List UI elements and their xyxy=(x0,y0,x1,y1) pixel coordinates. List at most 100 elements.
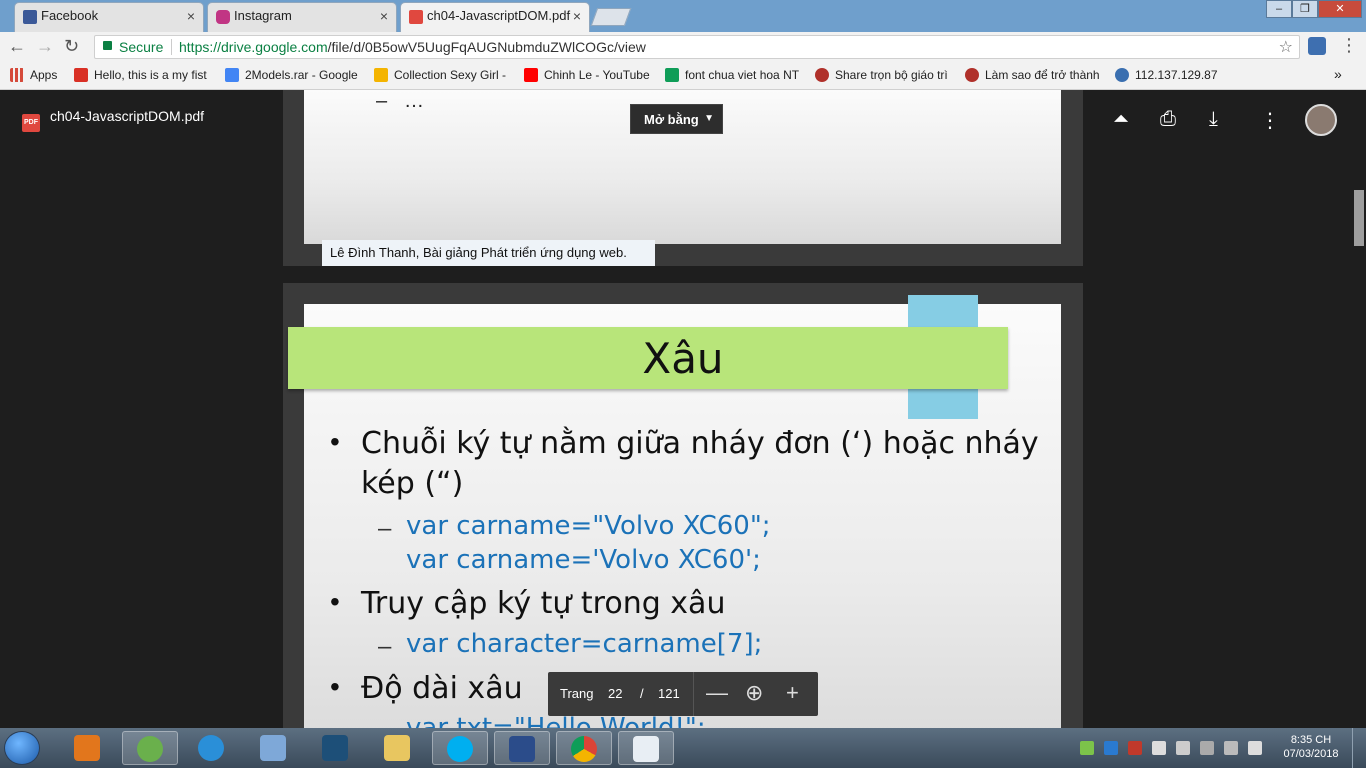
tab-pdf[interactable]: ch04-JavascriptDOM.pdf × xyxy=(400,2,590,33)
address-bar[interactable]: Secure https://drive.google.com/file/d/0… xyxy=(94,35,1300,59)
back-icon[interactable]: ← xyxy=(8,36,26,57)
bullet-icon: • xyxy=(330,586,340,617)
bullet-text: Chuỗi ký tự nằm giữa nháy đơn (‘) hoặc n… xyxy=(361,426,1039,461)
dash-marker: – xyxy=(378,633,392,660)
open-with-button[interactable]: Mở bằng ▼ xyxy=(630,104,723,134)
code-line: var character=carname[7]; xyxy=(406,629,763,659)
open-with-label: Mở bằng xyxy=(644,112,699,127)
browser-toolbar: ← → ↻ Secure https://drive.google.com/fi… xyxy=(0,32,1366,62)
tab-title: ch04-JavascriptDOM.pdf xyxy=(427,8,571,23)
network-icon[interactable] xyxy=(1152,741,1166,755)
pdf-viewer: – … Lê Đình Thanh, Bài giảng Phát triển … xyxy=(0,90,1366,728)
tab-facebook[interactable]: Facebook × xyxy=(14,2,204,32)
bookmark-item[interactable]: font chua viet hoa NT xyxy=(665,68,803,82)
start-button[interactable] xyxy=(4,731,40,765)
download-icon[interactable]: ⤓ xyxy=(1209,108,1218,131)
code-line: var carname="Volvo XC60"; xyxy=(406,511,771,541)
bullet-text: Truy cập ký tự trong xâu xyxy=(361,586,726,621)
slide-footer: Lê Đình Thanh, Bài giảng Phát triển ứng … xyxy=(322,240,655,266)
shield-icon[interactable] xyxy=(1128,741,1142,755)
virtualbox-icon xyxy=(260,735,286,761)
bookmark-item[interactable]: 112.137.129.87 xyxy=(1115,68,1235,82)
more-bookmarks-icon[interactable]: » xyxy=(1334,66,1342,82)
close-tab-icon[interactable]: × xyxy=(573,8,581,24)
taskbar-app[interactable] xyxy=(432,731,488,765)
bookmark-item[interactable]: Hello, this is a my fist xyxy=(74,68,210,82)
tray-icon[interactable] xyxy=(1224,741,1238,755)
bullet-text-continuation: kép (“) xyxy=(361,466,464,501)
mysql-workbench-icon xyxy=(322,735,348,761)
taskbar: 8:35 CH 07/03/2018 xyxy=(0,728,1366,768)
google-drive-icon xyxy=(374,68,388,82)
scrollbar-thumb[interactable] xyxy=(1354,190,1364,246)
zoom-in-icon[interactable]: + xyxy=(786,680,799,706)
new-tab-button[interactable] xyxy=(590,8,632,26)
zoom-out-icon[interactable]: — xyxy=(706,680,728,706)
tab-instagram[interactable]: Instagram × xyxy=(207,2,397,32)
bookmark-star-icon[interactable]: ☆ xyxy=(1279,37,1293,57)
taskbar-app[interactable] xyxy=(184,731,240,765)
speaker-icon[interactable] xyxy=(1200,741,1214,755)
bookmark-apps[interactable]: Apps xyxy=(10,68,70,82)
reload-icon[interactable]: ↻ xyxy=(64,36,79,57)
bullet-text: Độ dài xâu xyxy=(361,671,523,706)
chrome-icon xyxy=(571,736,597,762)
google-doc-icon xyxy=(225,68,239,82)
bookmark-item[interactable]: Làm sao để trở thành xyxy=(965,68,1103,82)
facebook-icon xyxy=(23,10,37,24)
maximize-button[interactable]: ❐ xyxy=(1292,0,1318,18)
file-title: PDF ch04-JavascriptDOM.pdf xyxy=(22,108,204,132)
volume-icon[interactable] xyxy=(1176,741,1190,755)
system-clock[interactable]: 8:35 CH 07/03/2018 xyxy=(1278,733,1344,761)
minimize-button[interactable]: – xyxy=(1266,0,1292,18)
code-line: var carname='Volvo XC60'; xyxy=(406,545,761,575)
bullet-icon: • xyxy=(330,426,340,457)
tray-icon[interactable] xyxy=(1080,741,1094,755)
apps-grid-icon xyxy=(10,68,24,82)
url-host: https://drive.google.com xyxy=(179,39,328,55)
signal-icon[interactable] xyxy=(1248,741,1262,755)
dev-cpp-icon xyxy=(509,736,535,762)
bookmark-item[interactable]: 2Models.rar - Google xyxy=(225,68,361,82)
internet-explorer-icon xyxy=(198,735,224,761)
close-tab-icon[interactable]: × xyxy=(187,8,195,24)
print-icon[interactable]: ⎙ xyxy=(1160,108,1176,131)
bookmark-item[interactable]: Share trọn bộ giáo trì xyxy=(815,68,953,82)
taskbar-app[interactable] xyxy=(556,731,612,765)
tray-icon[interactable] xyxy=(1104,741,1118,755)
taskbar-app[interactable] xyxy=(246,731,302,765)
page-label: Trang xyxy=(560,686,594,701)
lock-icon xyxy=(103,41,112,50)
bookmark-item[interactable]: Collection Sexy Girl - xyxy=(374,68,510,82)
file-name: ch04-JavascriptDOM.pdf xyxy=(50,108,205,124)
close-window-button[interactable]: ✕ xyxy=(1318,0,1362,18)
clock-date: 07/03/2018 xyxy=(1283,748,1339,760)
youtube-icon xyxy=(524,68,538,82)
taskbar-app[interactable] xyxy=(122,731,178,765)
pdf-file-icon: PDF xyxy=(22,114,40,132)
zoom-icon[interactable]: ⊕ xyxy=(745,680,763,706)
avatar[interactable] xyxy=(1305,104,1337,136)
taskbar-app[interactable] xyxy=(308,731,364,765)
divider xyxy=(693,672,694,716)
show-desktop-button[interactable] xyxy=(1352,728,1366,768)
page-number-input[interactable]: 22 xyxy=(608,686,622,701)
taskbar-app[interactable] xyxy=(370,731,426,765)
taskbar-app[interactable] xyxy=(60,731,116,765)
taskbar-app[interactable] xyxy=(618,731,674,765)
site-icon xyxy=(965,68,979,82)
tab-title: Instagram xyxy=(234,8,292,23)
url-path: /file/d/0B5owV5UugFqAUGNubmduZWlCOGc/vie… xyxy=(327,39,646,55)
extension-icon[interactable] xyxy=(1308,37,1326,55)
page-toolbar: Trang 22 / 121 — ⊕ + xyxy=(548,672,818,716)
dash-marker: – xyxy=(376,90,388,112)
close-tab-icon[interactable]: × xyxy=(380,8,388,24)
url-text[interactable]: https://drive.google.com/file/d/0B5owV5U… xyxy=(179,39,646,55)
pdf-icon xyxy=(409,10,423,24)
chrome-menu-icon[interactable]: ⋮ xyxy=(1340,35,1358,56)
more-actions-icon[interactable]: ⋮ xyxy=(1260,108,1280,133)
taskbar-app[interactable] xyxy=(494,731,550,765)
forward-icon[interactable]: → xyxy=(36,36,54,57)
add-to-drive-icon[interactable]: ⏶ xyxy=(1113,108,1129,131)
bookmark-item[interactable]: Chinh Le - YouTube xyxy=(524,68,654,82)
